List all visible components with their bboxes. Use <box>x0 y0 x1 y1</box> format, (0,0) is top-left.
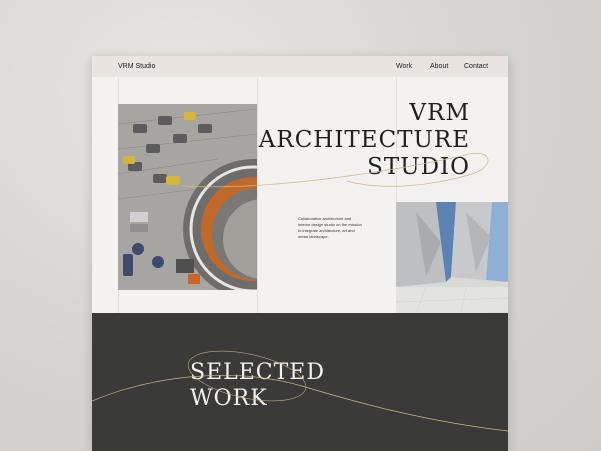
top-navigation-bar: VRM Studio Work About Contact <box>92 56 508 77</box>
hero-title-line: VRM <box>409 100 470 126</box>
brand-logo-text[interactable]: VRM Studio <box>118 63 155 70</box>
hero-title-line: ARCHITECTURE <box>258 127 470 153</box>
selected-work-title: SELECTED WORK <box>190 360 325 412</box>
selected-work-title-line: WORK <box>190 386 268 411</box>
hero-description: Collaborative architecture and interior … <box>298 216 362 239</box>
website-mockup: VRM Studio Work About Contact VRM ARCHIT… <box>92 56 508 451</box>
nav-link-work[interactable]: Work <box>396 63 412 70</box>
selected-work-title-line: SELECTED <box>190 360 326 385</box>
nav-link-contact[interactable]: Contact <box>464 63 488 70</box>
hero-image-interior <box>118 104 257 290</box>
nav-link-about[interactable]: About <box>430 63 448 70</box>
hero-title-line: STUDIO <box>367 154 470 180</box>
hero-title: VRM ARCHITECTURE STUDIO <box>259 100 470 181</box>
